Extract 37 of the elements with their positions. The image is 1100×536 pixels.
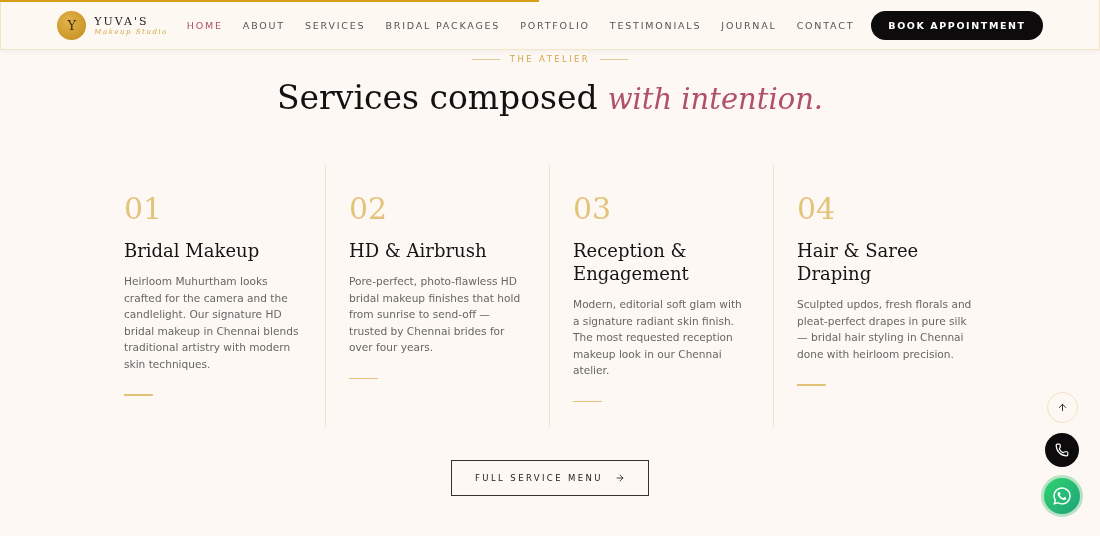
service-title: Bridal Makeup <box>124 239 261 262</box>
service-title: Hair & Saree Draping <box>797 239 920 285</box>
service-number: 04 <box>797 191 837 227</box>
nav-link[interactable]: TESTIMONIALS <box>604 20 707 31</box>
nav-link[interactable]: HOME <box>181 20 228 31</box>
service-description: Modern, editorial soft glam with a signature radiant skin finish. The most requested reception makeup look in our Chennai atelier. <box>573 297 743 378</box>
service-description: Sculpted updos, fresh florals and pleat-perfect drapes in pure silk — bridal hair styling in Chennai done with heirloom precision. <box>797 297 973 362</box>
arrow-right-icon <box>614 473 625 483</box>
service-number: 01 <box>124 191 164 227</box>
heading-accent: with intention. <box>607 82 824 116</box>
accent-rule <box>797 384 826 386</box>
service-title: Reception & Engagement <box>573 239 690 285</box>
nav-link[interactable]: SERVICES <box>299 20 371 31</box>
service-title: HD & Airbrush <box>349 239 488 262</box>
accent-rule <box>573 400 602 402</box>
nav-link[interactable]: ABOUT <box>237 20 290 31</box>
phone-icon <box>1055 443 1069 457</box>
nav-link[interactable]: CONTACT <box>791 20 860 31</box>
section-eyebrow: THE ATELIER <box>509 54 591 64</box>
nav-link[interactable]: PORTFOLIO <box>515 20 595 31</box>
whatsapp-icon <box>1052 486 1072 506</box>
service-number: 02 <box>349 191 389 227</box>
arrow-up-icon <box>1056 402 1068 413</box>
service-number: 03 <box>573 191 613 227</box>
accent-rule <box>124 394 153 396</box>
whatsapp-button[interactable] <box>1041 475 1083 517</box>
full-service-menu-button[interactable]: FULL SERVICE MENU <box>451 460 649 496</box>
accent-rule <box>349 377 378 379</box>
service-description: Heirloom Muhurtham looks crafted for the camera and the candlelight. Our signature HD bridal makeup in Chennai blends traditional artistry with modern skin techniques. <box>124 274 300 372</box>
logo-badge[interactable]: Y <box>57 11 87 40</box>
brand-name: YUVA'S <box>94 15 150 28</box>
nav-link[interactable]: BRIDAL PACKAGES <box>380 20 506 31</box>
phone-button[interactable] <box>1045 433 1079 467</box>
book-appointment-button[interactable]: BOOK APPOINTMENT <box>871 11 1043 40</box>
section-heading: Services composed <box>276 78 598 117</box>
nav-link[interactable]: JOURNAL <box>716 20 782 31</box>
service-description: Pore-perfect, photo-flawless HD bridal makeup finishes that hold from sunrise to send-off — trusted by Chennai brides for over four years. <box>349 274 522 355</box>
